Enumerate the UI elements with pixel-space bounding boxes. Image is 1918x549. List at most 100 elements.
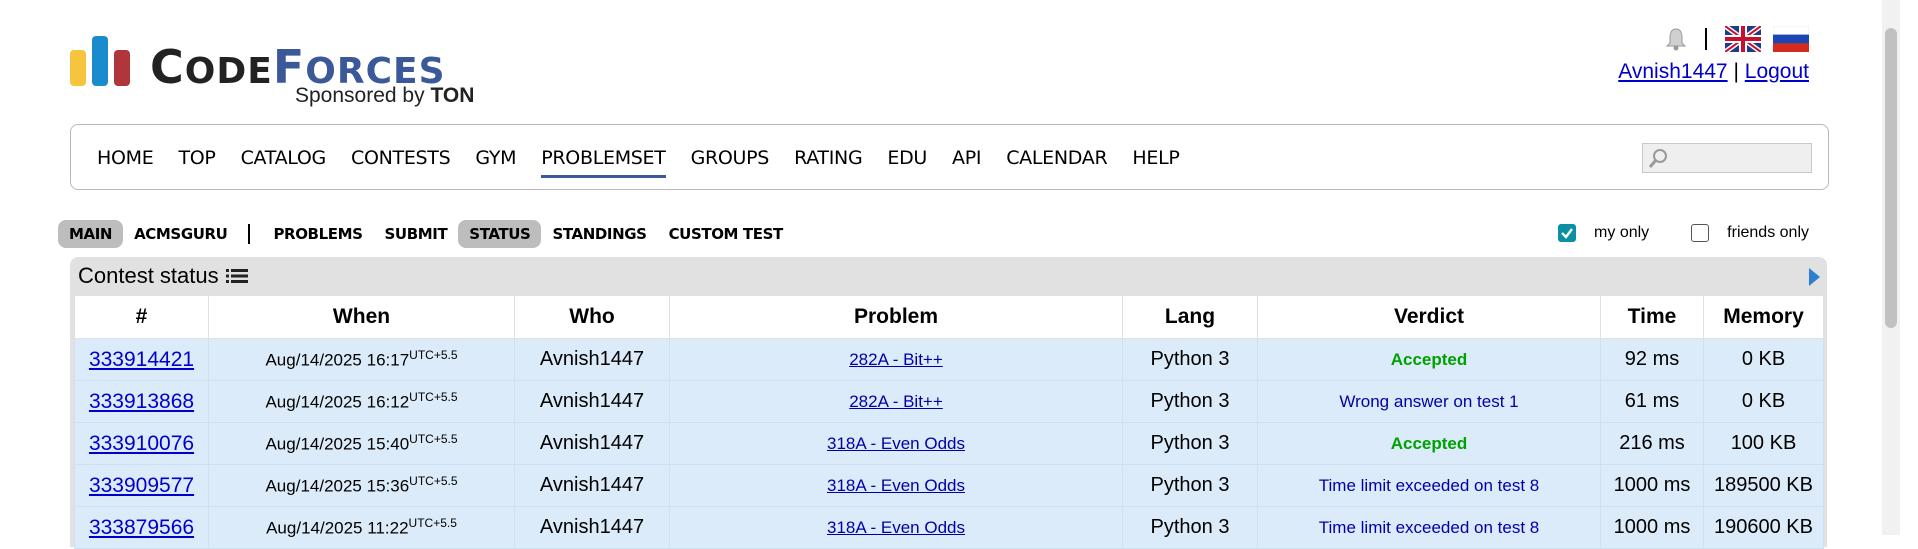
language-bar <box>1665 24 1809 54</box>
problem-link[interactable]: 318A - Even Odds <box>827 434 965 453</box>
submission-id-link[interactable]: 333909577 <box>89 474 194 497</box>
main-menu-item-help[interactable]: HELP <box>1132 147 1179 178</box>
username-link[interactable]: Avnish1447 <box>1618 60 1727 83</box>
main-menu-item-catalog[interactable]: CATALOG <box>241 147 327 178</box>
memory-cell: 100 KB <box>1703 422 1824 465</box>
when-cell: Aug/14/2025 16:12UTC+5.5 <box>208 380 515 423</box>
time-cell: 61 ms <box>1600 380 1704 423</box>
my-only-checkbox[interactable] <box>1558 224 1577 242</box>
column-header: # <box>74 295 209 339</box>
problem-cell: 318A - Even Odds <box>669 464 1123 507</box>
column-header: When <box>208 295 515 339</box>
lang-cell: Python 3 <box>1122 422 1258 465</box>
table-body: 333914421 Aug/14/2025 16:17UTC+5.5 Avnish1… <box>74 338 1824 549</box>
problem-link[interactable]: 318A - Even Odds <box>827 476 965 495</box>
bell-icon[interactable] <box>1665 27 1687 51</box>
main-menu: HOME TOP CATALOG CONTESTS GYM PROBLEMSET GROUP… <box>70 124 1829 190</box>
scrollbar[interactable] <box>1882 0 1900 535</box>
submission-id-cell: 333879566 <box>74 506 209 549</box>
main-menu-item-home[interactable]: HOME <box>97 147 154 178</box>
arrow-right-icon[interactable] <box>1807 267 1821 287</box>
verdict-cell: Time limit exceeded on test 8 <box>1257 506 1601 549</box>
submenu-item-problems[interactable]: PROBLEMS <box>262 220 373 248</box>
time-cell: 1000 ms <box>1600 506 1704 549</box>
time-cell: 92 ms <box>1600 338 1704 381</box>
submission-time: Aug/14/2025 16:12 <box>265 392 410 412</box>
main-menu-item-edu[interactable]: EDU <box>887 147 927 178</box>
verdict-cell: Accepted <box>1257 422 1601 465</box>
page: CODEFORCES Sponsored by TON Avnish1447 |… <box>0 0 1900 549</box>
sponsor-text: Sponsored by TON <box>295 84 475 107</box>
main-menu-item-rating[interactable]: RATING <box>794 147 863 178</box>
main-menu-item-top[interactable]: TOP <box>178 147 215 178</box>
scrollbar-thumb[interactable] <box>1885 28 1897 328</box>
submenu-item-status[interactable]: STATUS <box>458 220 542 248</box>
status-filters: my only friends only <box>1558 224 1809 242</box>
submission-id-link[interactable]: 333914421 <box>89 348 194 371</box>
time-cell: 1000 ms <box>1600 464 1704 507</box>
who-cell: Avnish1447 <box>514 380 670 423</box>
lang-cell: Python 3 <box>1122 464 1258 507</box>
timezone: UTC+5.5 <box>408 516 457 531</box>
who-cell: Avnish1447 <box>514 338 670 381</box>
main-menu-item-api[interactable]: API <box>952 147 981 178</box>
main-menu-item-groups[interactable]: GROUPS <box>691 147 770 178</box>
submission-id-cell: 333913868 <box>74 380 209 423</box>
table-row: 333913868 Aug/14/2025 16:12UTC+5.5 Avnish1… <box>74 380 1824 423</box>
timezone: UTC+5.5 <box>409 432 458 447</box>
problem-cell: 282A - Bit++ <box>669 338 1123 381</box>
main-menu-item-contests[interactable]: CONTESTS <box>351 147 451 178</box>
column-header: Who <box>514 295 670 339</box>
submission-time: Aug/14/2025 16:17 <box>265 350 410 370</box>
column-header: Lang <box>1122 295 1258 339</box>
submenu-item-submit[interactable]: SUBMIT <box>374 220 459 248</box>
column-header: Verdict <box>1257 295 1601 339</box>
lang-cell: Python 3 <box>1122 506 1258 549</box>
russia-flag-icon[interactable] <box>1773 26 1809 52</box>
problem-link[interactable]: 318A - Even Odds <box>827 518 965 537</box>
problem-link[interactable]: 282A - Bit++ <box>849 350 943 369</box>
panel-title-text: Contest status <box>78 263 219 288</box>
separator: | <box>1733 60 1739 83</box>
timezone: UTC+5.5 <box>409 348 458 363</box>
logout-link[interactable]: Logout <box>1745 60 1809 83</box>
second-level-menu: MAIN ACMSGURU PROBLEMS SUBMIT STATUS STANDING… <box>58 219 794 249</box>
when-cell: Aug/14/2025 15:40UTC+5.5 <box>208 422 515 465</box>
table-row: 333914421 Aug/14/2025 16:17UTC+5.5 Avnish1… <box>74 338 1824 381</box>
submission-id-link[interactable]: 333913868 <box>89 390 194 413</box>
problem-cell: 318A - Even Odds <box>669 422 1123 465</box>
table-row: 333910076 Aug/14/2025 15:40UTC+5.5 Avnish1… <box>74 422 1824 465</box>
column-header: Memory <box>1703 295 1824 339</box>
list-icon[interactable] <box>225 266 249 286</box>
submenu-item-acmsguru[interactable]: ACMSGURU <box>123 220 238 248</box>
friends-only-label: friends only <box>1727 224 1809 241</box>
submenu-item-custom-test[interactable]: CUSTOM TEST <box>658 220 794 248</box>
submission-id-cell: 333909577 <box>74 464 209 507</box>
uk-flag-icon[interactable] <box>1725 26 1761 52</box>
main-menu-item-calendar[interactable]: CALENDAR <box>1006 147 1107 178</box>
contest-status-panel: Contest status # When Who Problem Lang Verdic… <box>70 257 1827 549</box>
codeforces-logo[interactable]: CODEFORCES Sponsored by TON <box>70 34 490 114</box>
problem-cell: 318A - Even Odds <box>669 506 1123 549</box>
submission-id-link[interactable]: 333879566 <box>89 516 194 539</box>
main-menu-item-problemset[interactable]: PROBLEMSET <box>541 147 666 178</box>
search-input[interactable] <box>1642 143 1812 173</box>
search-icon <box>1648 149 1667 168</box>
friends-only-checkbox[interactable] <box>1691 224 1710 242</box>
submission-id-cell: 333910076 <box>74 422 209 465</box>
timezone: UTC+5.5 <box>409 474 458 489</box>
table-header-row: # When Who Problem Lang Verdict Time Memory <box>74 295 1824 339</box>
time-cell: 216 ms <box>1600 422 1704 465</box>
submenu-item-standings[interactable]: STANDINGS <box>541 220 657 248</box>
memory-cell: 0 KB <box>1703 380 1824 423</box>
submenu-item-main[interactable]: MAIN <box>58 220 124 248</box>
who-cell: Avnish1447 <box>514 464 670 507</box>
when-cell: Aug/14/2025 15:36UTC+5.5 <box>208 464 515 507</box>
problem-link[interactable]: 282A - Bit++ <box>849 392 943 411</box>
table-row: 333879566 Aug/14/2025 11:22UTC+5.5 Avnish1… <box>74 506 1824 549</box>
submenu-separator <box>248 224 251 244</box>
submission-id-link[interactable]: 333910076 <box>89 432 194 455</box>
lang-cell: Python 3 <box>1122 338 1258 381</box>
main-menu-item-gym[interactable]: GYM <box>475 147 516 178</box>
problem-cell: 282A - Bit++ <box>669 380 1123 423</box>
